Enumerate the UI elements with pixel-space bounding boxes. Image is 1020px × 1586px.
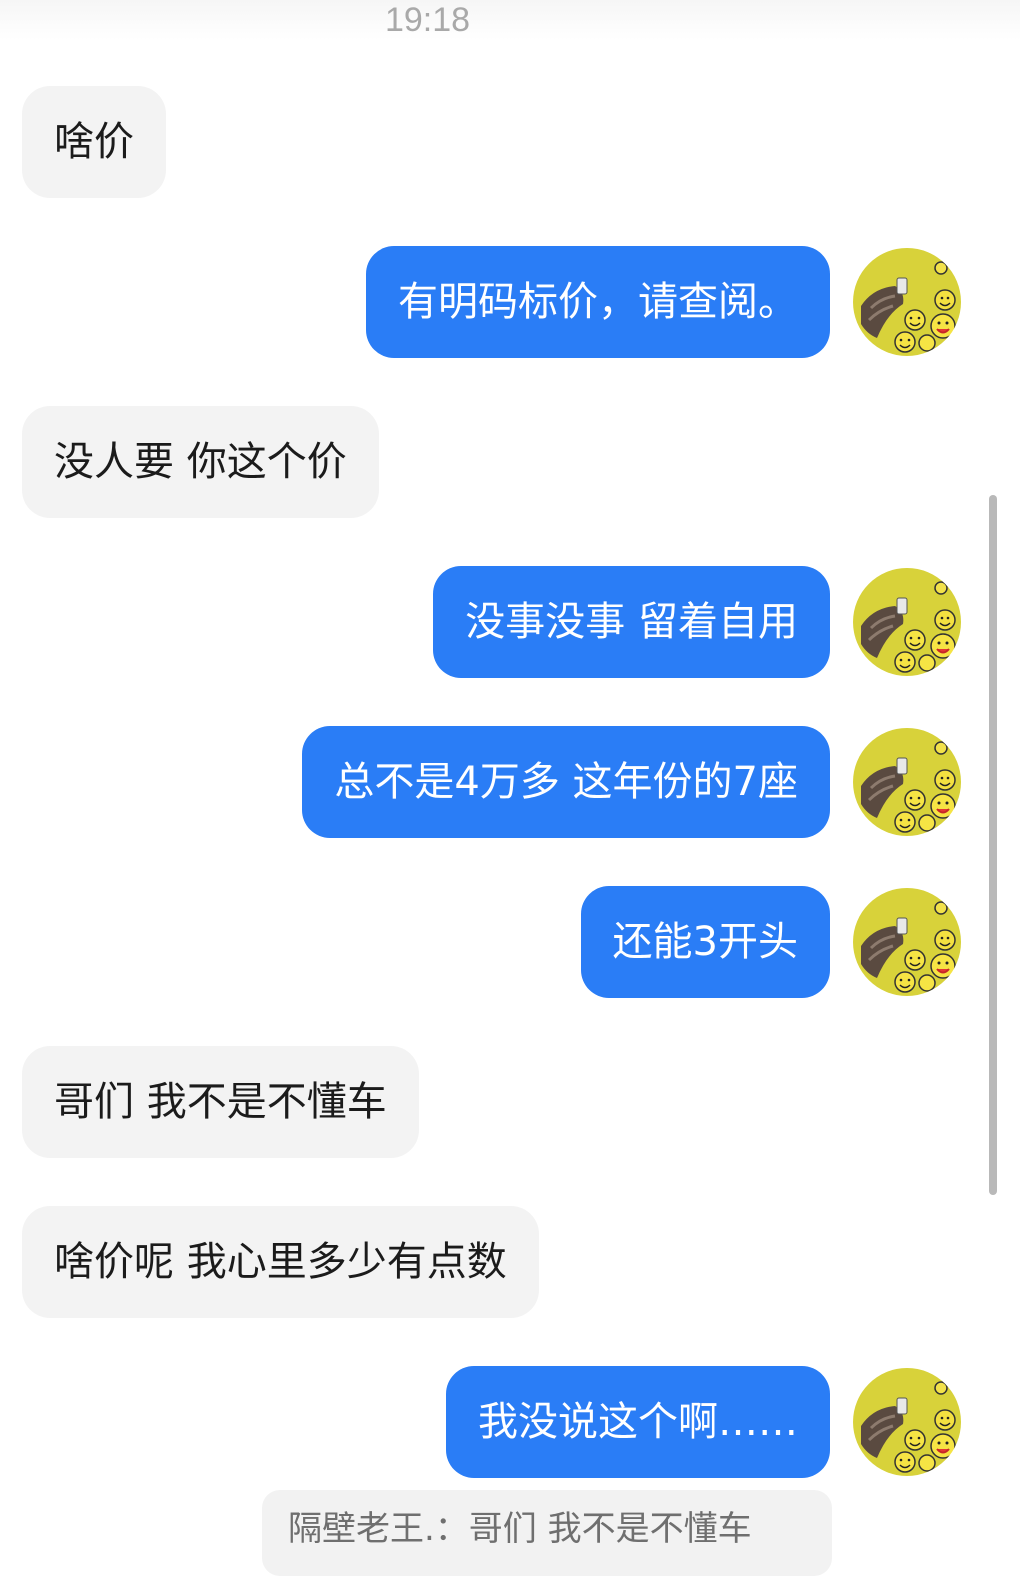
smiley-faces-avatar-icon xyxy=(853,888,961,996)
incoming-message-bubble[interactable]: 哥们 我不是不懂车 xyxy=(22,1046,419,1158)
quoted-reply-preview[interactable]: 隔壁老王.：哥们 我不是不懂车 xyxy=(262,1490,832,1576)
avatar[interactable] xyxy=(853,568,961,676)
outgoing-message-bubble[interactable]: 总不是4万多 这年份的7座 xyxy=(302,726,830,838)
avatar[interactable] xyxy=(853,888,961,996)
outgoing-message-bubble[interactable]: 有明码标价，请查阅。 xyxy=(366,246,830,358)
outgoing-message-bubble[interactable]: 没事没事 留着自用 xyxy=(433,566,830,678)
message-timestamp: 19:18 xyxy=(384,1,471,39)
avatar[interactable] xyxy=(853,1368,961,1476)
smiley-faces-avatar-icon xyxy=(853,568,961,676)
smiley-faces-avatar-icon xyxy=(853,728,961,836)
outgoing-message-bubble[interactable]: 我没说这个啊…… xyxy=(446,1366,830,1478)
scrollbar[interactable] xyxy=(989,495,997,1195)
incoming-message-bubble[interactable]: 没人要 你这个价 xyxy=(22,406,379,518)
avatar[interactable] xyxy=(853,248,961,356)
smiley-faces-avatar-icon xyxy=(853,1368,961,1476)
outgoing-message-bubble[interactable]: 还能3开头 xyxy=(580,886,830,998)
incoming-message-bubble[interactable]: 啥价 xyxy=(22,86,166,198)
incoming-message-bubble[interactable]: 啥价呢 我心里多少有点数 xyxy=(22,1206,539,1318)
top-bar: 19:18 xyxy=(0,0,1020,40)
avatar[interactable] xyxy=(853,728,961,836)
smiley-faces-avatar-icon xyxy=(853,248,961,356)
